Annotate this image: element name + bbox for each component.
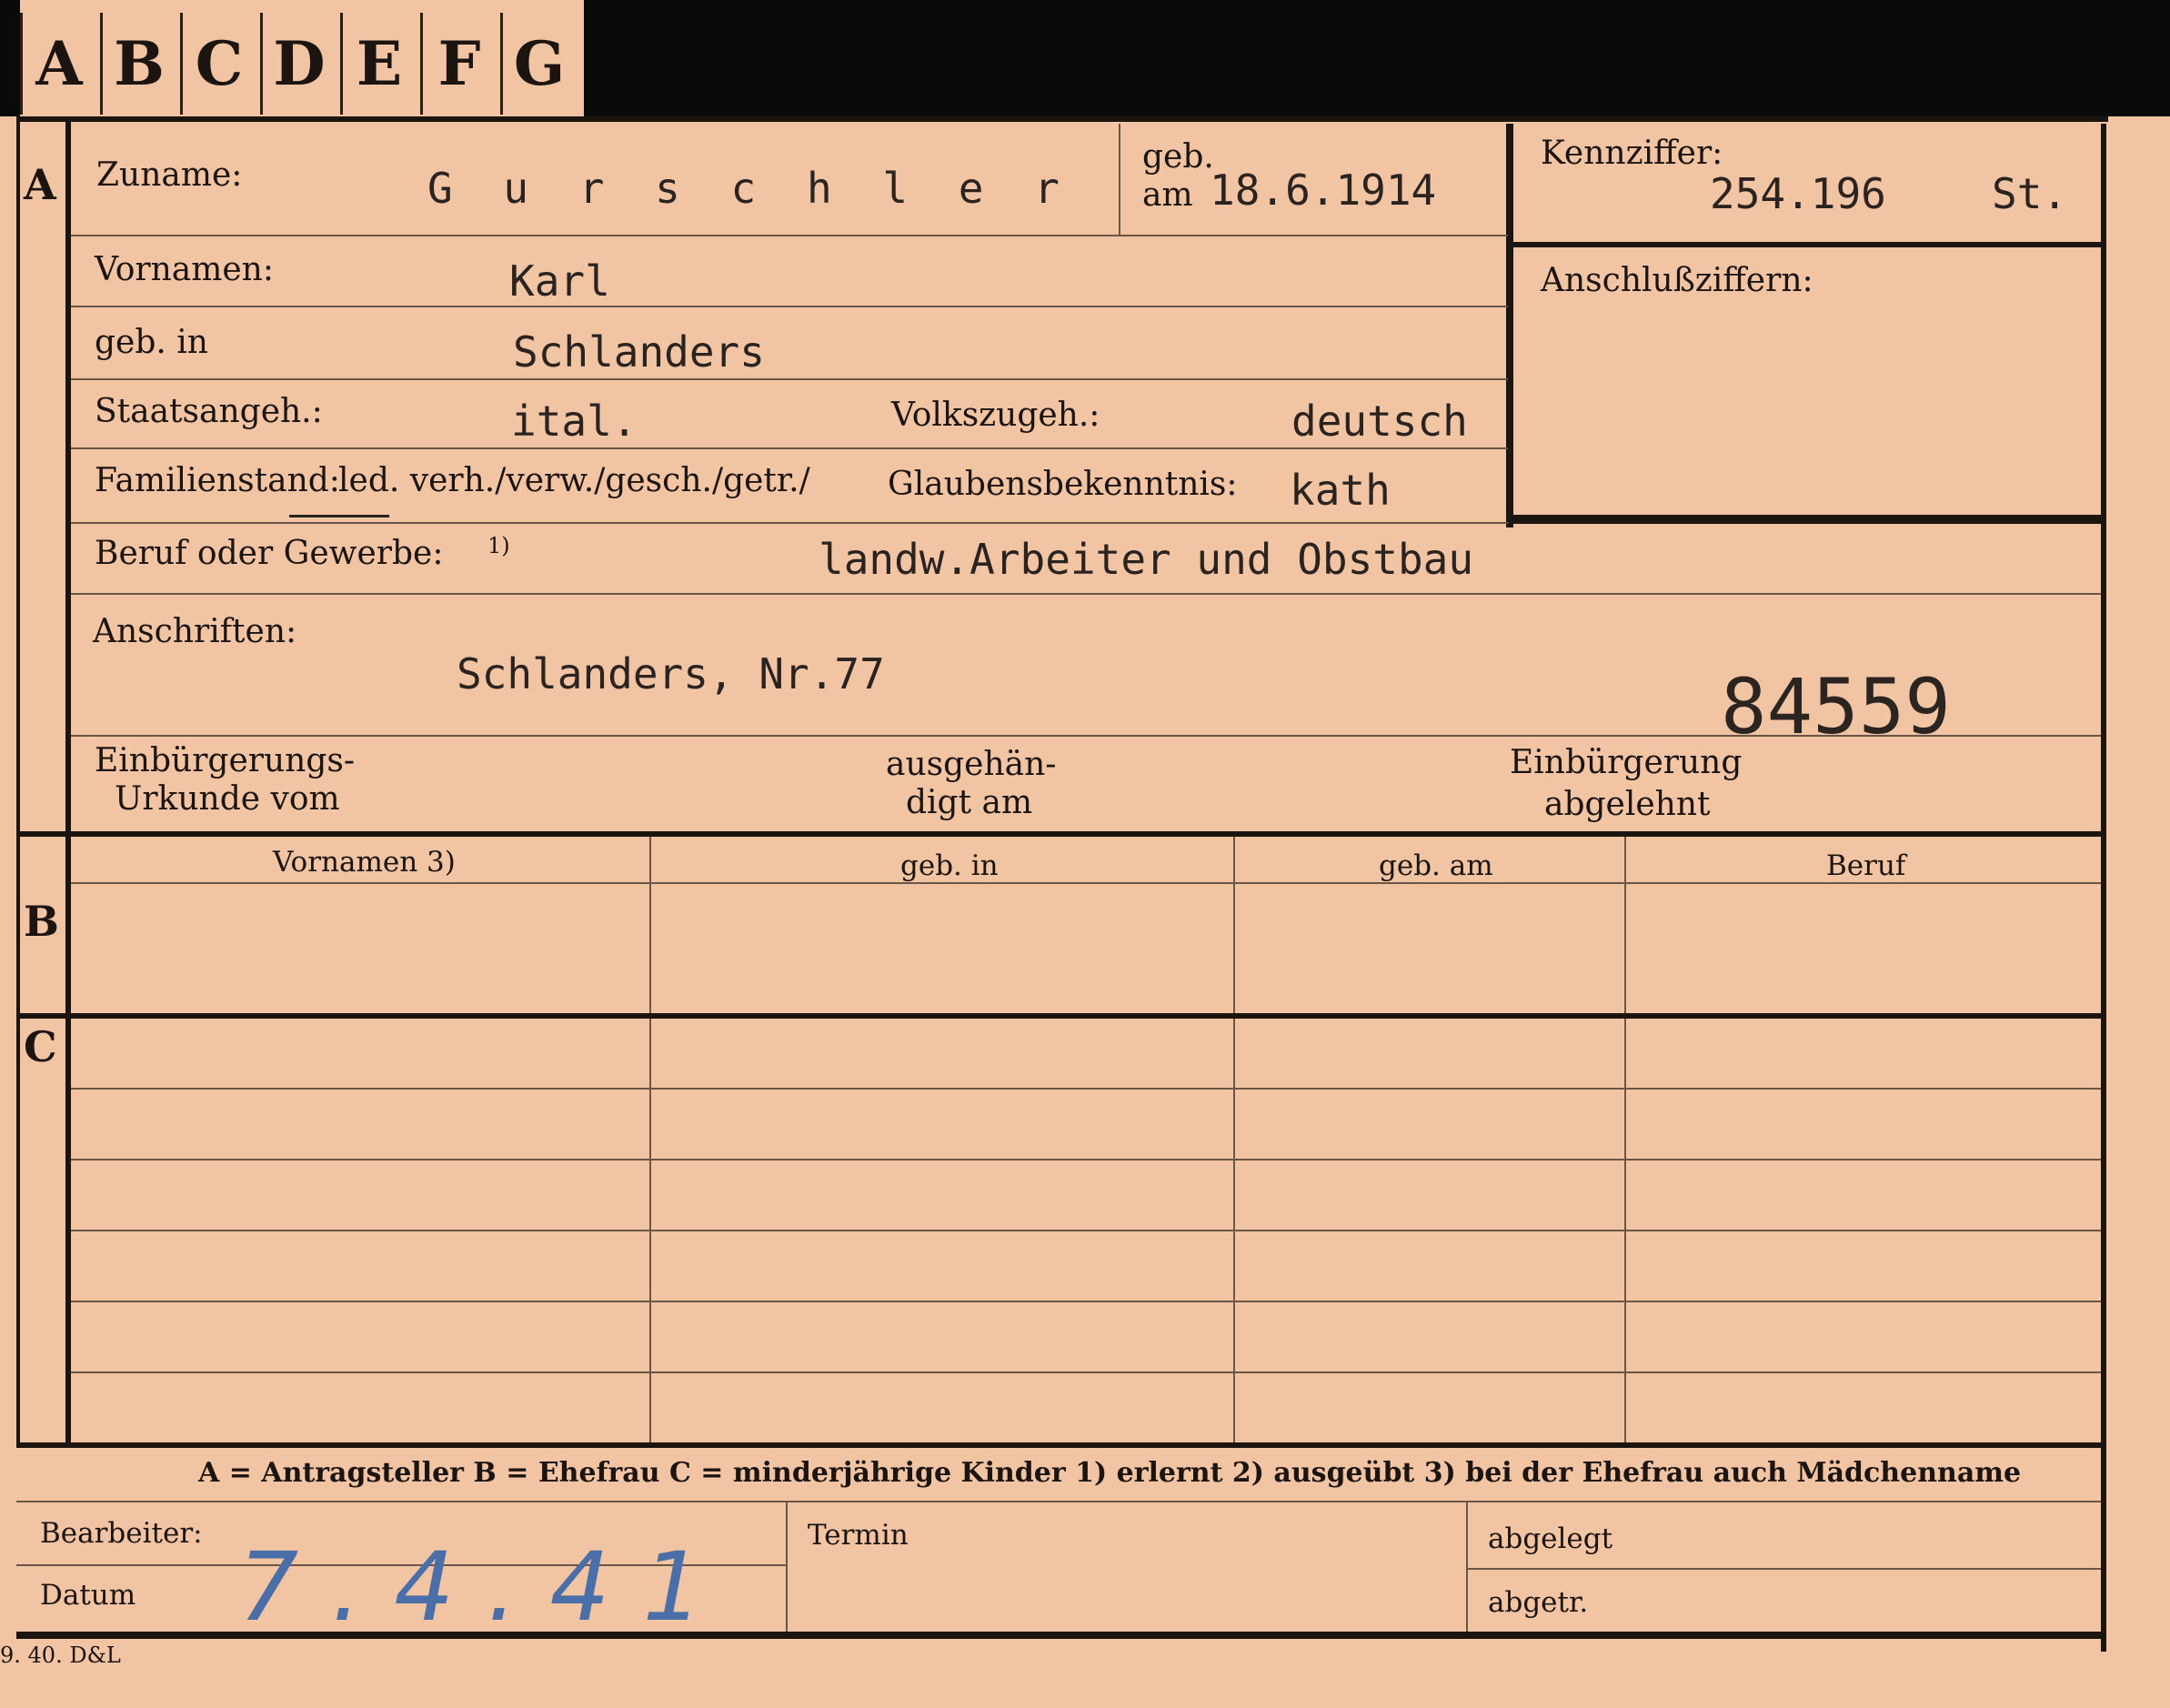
stamp-number: 84559	[1721, 662, 1951, 751]
familienstand-options: led. verh./verw./gesch./getr./	[338, 462, 810, 499]
col-geb-am-header: geb. am	[1379, 849, 1493, 882]
col-divider-3	[1624, 837, 1626, 1442]
familienstand-label: Familienstand:	[95, 462, 340, 499]
legend-top	[16, 1442, 2101, 1448]
row-line-c1	[71, 1088, 2101, 1090]
kennziffer-box-left	[1506, 124, 1513, 527]
glaubens-value: kath	[1290, 466, 1391, 515]
beruf-value: landw.Arbeiter und Obstbau	[819, 535, 1474, 584]
beruf-label: Beruf oder Gewerbe:	[95, 535, 444, 572]
table-header-line	[71, 882, 2101, 884]
einbuergerung-abgelehnt-label-1: Einbürgerung	[1510, 744, 1743, 781]
tab-b: B	[100, 13, 176, 115]
section-c-top	[16, 1013, 2101, 1019]
staatsangeh-value: ital.	[511, 397, 638, 446]
abgelegt-line	[1466, 1568, 2101, 1570]
tab-a: A	[20, 13, 95, 115]
col-vornamen-header: Vornamen 3)	[273, 846, 456, 879]
section-c-letter: C	[24, 1022, 57, 1071]
tab-g: G	[500, 13, 576, 115]
tab-e: E	[340, 13, 416, 115]
section-a-letter: A	[24, 160, 56, 209]
abgelegt-label: abgelegt	[1488, 1522, 1613, 1555]
frame-top	[16, 116, 2108, 122]
line-2	[71, 306, 1508, 307]
einbuergerungsurkunde-label-1: Einbürgerungs-	[95, 742, 356, 779]
admin-divider-2	[1466, 1502, 1468, 1632]
line-1	[71, 235, 1508, 236]
frame-left-inner	[65, 118, 71, 1446]
geb-am-label-2: am	[1142, 176, 1193, 214]
vornamen-value: Karl	[509, 256, 610, 306]
kennziffer-box-bottom	[1512, 515, 2101, 524]
ausgehaendigt-label-1: ausgehän-	[886, 746, 1057, 783]
vornamen-label: Vornamen:	[95, 251, 274, 288]
legend-bottom	[16, 1501, 2101, 1502]
frame-left-outer	[16, 118, 20, 1446]
col-divider-1	[649, 837, 651, 1442]
line-4	[71, 447, 1508, 449]
line-6	[71, 593, 2101, 595]
row-line-c2	[71, 1159, 2101, 1160]
col-beruf-header: Beruf	[1826, 849, 1906, 882]
tab-f: F	[420, 13, 496, 115]
ausgehaendigt-label-2: digt am	[906, 784, 1033, 821]
volkszugeh-value: deutsch	[1291, 397, 1468, 446]
kennziffer-suffix: St.	[1992, 169, 2068, 218]
tab-d: D	[260, 13, 336, 115]
kennziffer-value: 254.196	[1710, 169, 1886, 218]
legend: A = Antragsteller B = Ehefrau C = minder…	[198, 1457, 2022, 1489]
frame-right	[2101, 124, 2106, 1652]
row-line-c5	[71, 1371, 2101, 1373]
anschlussziffern-label: Anschlußziffern:	[1541, 262, 1813, 299]
beruf-footnote: 1)	[487, 533, 510, 558]
index-tabs: A B C D E F G	[20, 0, 584, 116]
einbuergerungsurkunde-label-2: Urkunde vom	[115, 780, 340, 818]
kennziffer-label: Kennziffer:	[1541, 135, 1723, 172]
staatsangeh-label: Staatsangeh.:	[95, 393, 323, 430]
line-5	[71, 522, 1508, 524]
geb-in-label: geb. in	[95, 324, 208, 361]
glaubens-label: Glaubensbekenntnis:	[888, 466, 1238, 503]
section-b-letter: B	[24, 897, 59, 946]
print-code: 9. 40. D&L	[0, 1643, 121, 1668]
row-line-c4	[71, 1301, 2101, 1302]
col-geb-in-header: geb. in	[900, 849, 999, 882]
line-7	[71, 735, 2101, 737]
geb-in-value: Schlanders	[513, 327, 765, 377]
geb-am-label-1: geb.	[1142, 138, 1214, 176]
zuname-label: Zuname:	[96, 156, 243, 194]
tab-c: C	[180, 13, 256, 115]
col-divider-2	[1233, 837, 1235, 1442]
familienstand-underline	[289, 515, 389, 517]
kennziffer-box-divider	[1512, 242, 2101, 247]
anschrift-value: Schlanders, Nr.77	[457, 649, 885, 698]
admin-divider-1	[786, 1502, 788, 1632]
zuname-divider	[1119, 124, 1120, 236]
bearbeiter-label: Bearbeiter:	[40, 1517, 203, 1550]
volkszugeh-label: Volkszugeh.:	[891, 397, 1100, 434]
termin-label: Termin	[808, 1519, 909, 1552]
einbuergerung-abgelehnt-label-2: abgelehnt	[1544, 786, 1711, 823]
anschriften-label: Anschriften:	[93, 613, 297, 650]
abgetr-label: abgetr.	[1488, 1586, 1589, 1619]
row-line-c3	[71, 1230, 2101, 1231]
geb-am-value: 18.6.1914	[1210, 166, 1437, 215]
datum-handwritten: 7.4.41	[238, 1532, 736, 1643]
zuname-value: G u r s c h l e r	[427, 164, 1072, 213]
datum-label: Datum	[40, 1579, 136, 1612]
section-b-top	[16, 831, 2101, 837]
line-3	[71, 378, 1508, 380]
